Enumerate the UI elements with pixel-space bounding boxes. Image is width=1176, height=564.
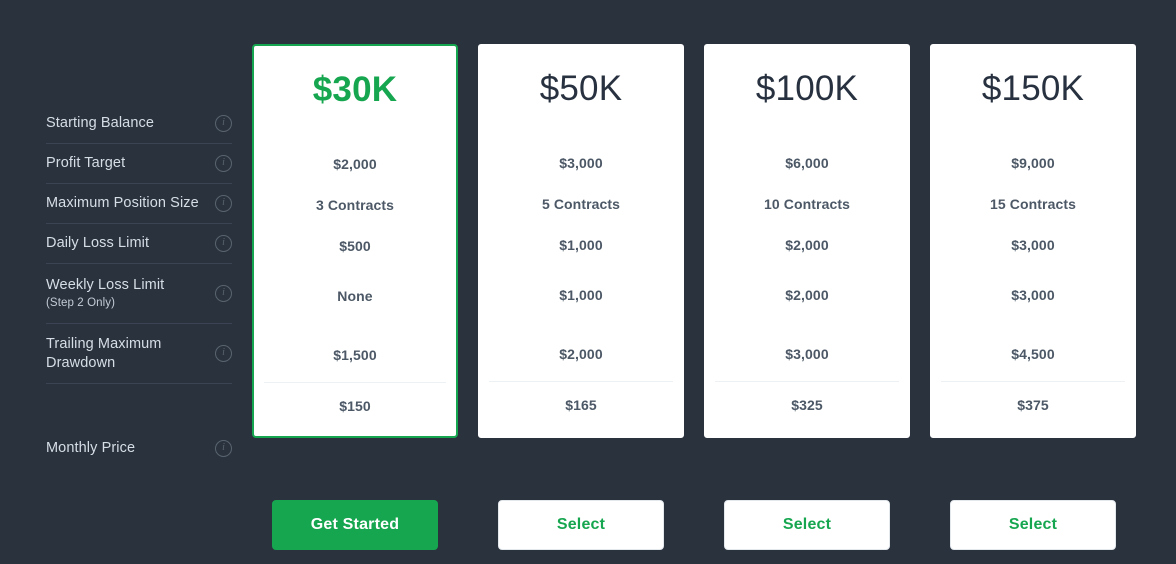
plan-title: $100K bbox=[755, 69, 859, 108]
card-divider bbox=[264, 382, 446, 383]
card-divider bbox=[489, 381, 673, 382]
plan-column-1: $50K $3,000 5 Contracts $1,000 $1,000 $2… bbox=[478, 44, 684, 550]
plan-value-monthly-price: $165 bbox=[565, 397, 597, 413]
select-button[interactable]: Select bbox=[950, 500, 1116, 550]
plan-value-starting-balance: $3,000 bbox=[559, 155, 603, 171]
plan-value-daily-loss-limit: None bbox=[337, 288, 373, 304]
plan-value-profit-target: 5 Contracts bbox=[541, 196, 621, 212]
plan-value-trailing-maximum-drawdown: $1,500 bbox=[333, 347, 377, 363]
plan-value-daily-loss-limit: $1,000 bbox=[559, 287, 603, 303]
plan-title: $150K bbox=[981, 69, 1085, 108]
plan-card[interactable]: $150K $9,000 15 Contracts $3,000 $3,000 … bbox=[930, 44, 1136, 438]
plan-title: $50K bbox=[539, 69, 623, 108]
plan-value-trailing-maximum-drawdown: $4,500 bbox=[1011, 346, 1055, 362]
plan-value-monthly-price: $150 bbox=[339, 398, 371, 414]
plan-value-starting-balance: $9,000 bbox=[1011, 155, 1055, 171]
plan-value-starting-balance: $2,000 bbox=[333, 156, 377, 172]
select-button[interactable]: Select bbox=[498, 500, 664, 550]
plan-title: $30K bbox=[312, 70, 398, 109]
plan-value-daily-loss-limit: $3,000 bbox=[1011, 287, 1055, 303]
plan-value-monthly-price: $325 bbox=[791, 397, 823, 413]
card-divider bbox=[941, 381, 1125, 382]
plan-value-trailing-maximum-drawdown: $3,000 bbox=[785, 346, 829, 362]
select-button[interactable]: Select bbox=[724, 500, 890, 550]
plan-value-maximum-position-size: $500 bbox=[339, 238, 371, 254]
plan-value-profit-target: 15 Contracts bbox=[989, 196, 1076, 212]
plan-card-featured[interactable]: $30K $2,000 3 Contracts $500 None $1,500… bbox=[252, 44, 458, 438]
plan-value-maximum-position-size: $2,000 bbox=[785, 237, 829, 253]
plan-card[interactable]: $50K $3,000 5 Contracts $1,000 $1,000 $2… bbox=[478, 44, 684, 438]
plan-value-daily-loss-limit: $2,000 bbox=[785, 287, 829, 303]
card-divider bbox=[715, 381, 899, 382]
plan-value-trailing-maximum-drawdown: $2,000 bbox=[559, 346, 603, 362]
plan-card[interactable]: $100K $6,000 10 Contracts $2,000 $2,000 … bbox=[704, 44, 910, 438]
plan-column-3: $150K $9,000 15 Contracts $3,000 $3,000 … bbox=[930, 44, 1136, 550]
plan-value-monthly-price: $375 bbox=[1017, 397, 1049, 413]
plan-column-2: $100K $6,000 10 Contracts $2,000 $2,000 … bbox=[704, 44, 910, 550]
plan-value-starting-balance: $6,000 bbox=[785, 155, 829, 171]
plan-value-profit-target: 3 Contracts bbox=[315, 197, 395, 213]
plan-value-maximum-position-size: $3,000 bbox=[1011, 237, 1055, 253]
plan-value-profit-target: 10 Contracts bbox=[763, 196, 850, 212]
plan-cards-container: $30K $2,000 3 Contracts $500 None $1,500… bbox=[0, 0, 1176, 564]
plan-column-0: $30K $2,000 3 Contracts $500 None $1,500… bbox=[252, 44, 458, 550]
get-started-button[interactable]: Get Started bbox=[272, 500, 438, 550]
plan-value-maximum-position-size: $1,000 bbox=[559, 237, 603, 253]
